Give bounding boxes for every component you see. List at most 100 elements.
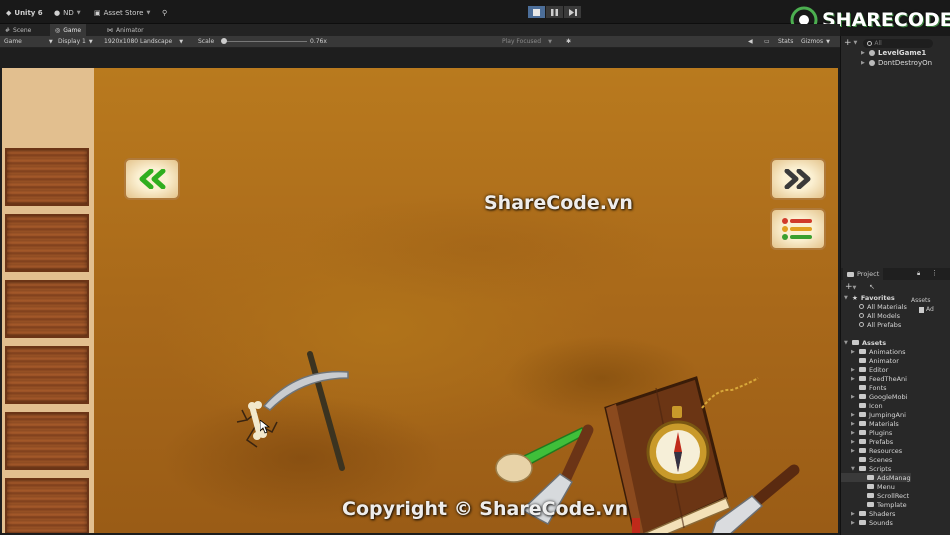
chevron-right-icon[interactable]: ▶ [851, 349, 856, 355]
shelf-slot[interactable] [5, 214, 89, 272]
shelf-slot[interactable] [5, 478, 89, 533]
favorites-header[interactable]: ▼ ★ Favorites [844, 293, 895, 302]
menu-button[interactable] [770, 208, 826, 250]
play-focused-dropdown[interactable]: Play Focused ▼ [502, 38, 552, 45]
folder-label: Editor [869, 365, 889, 374]
folder-item[interactable]: Animator [851, 356, 899, 365]
chevron-right-icon[interactable]: ▶ [851, 367, 856, 373]
add-icon[interactable]: + [844, 38, 852, 48]
folder-icon [859, 511, 866, 516]
tab-game[interactable]: ◎ Game [50, 24, 87, 36]
favorite-item[interactable]: All Prefabs [859, 320, 901, 329]
tab-project[interactable]: Project [843, 268, 884, 280]
unity-logo-menu[interactable]: ◆ Unity 6 [6, 7, 43, 18]
display-dropdown[interactable]: Display 1 ▼ [58, 38, 93, 45]
folder-item[interactable]: ▶ Prefabs [851, 437, 893, 446]
folder-icon [859, 385, 866, 390]
more-options-icon[interactable]: ⋮ [931, 269, 938, 277]
tab-animator-label: Animator [116, 26, 144, 34]
folder-label: AdsManag [877, 473, 911, 482]
stats-button[interactable]: Stats [778, 38, 793, 45]
chevron-down-icon[interactable]: ▼ [851, 466, 856, 472]
lock-icon[interactable]: 🔒︎ [917, 270, 920, 278]
folder-item[interactable]: ▶ Plugins [851, 428, 892, 437]
folder-item[interactable]: ▶ GoogleMobi [851, 392, 907, 401]
chevron-right-icon[interactable]: ▶ [851, 412, 856, 418]
folder-label: Animations [869, 347, 906, 356]
shelf-slot[interactable] [5, 280, 89, 338]
folder-item[interactable]: ScrollRect [867, 491, 909, 500]
folder-item[interactable]: ▶ Shaders [851, 509, 895, 518]
assets-breadcrumb[interactable]: Assets [911, 297, 931, 304]
item-shelf [2, 68, 94, 533]
chevron-right-icon[interactable]: ▶ [851, 430, 856, 436]
version-control-button[interactable]: ⚲ [162, 7, 167, 18]
camera-toggle[interactable]: ▭ [764, 38, 770, 45]
double-chevron-right-icon [784, 169, 811, 189]
asset-file[interactable]: Ad [919, 306, 934, 313]
hierarchy-search-input[interactable]: All [863, 38, 934, 48]
animator-icon: ⋈ [107, 26, 113, 34]
chevron-down-icon[interactable]: ▼ [854, 40, 858, 46]
shelf-slot[interactable] [5, 412, 89, 470]
project-tab-bar: Project 🔒︎ ⋮ [841, 268, 950, 280]
game-canvas[interactable]: ShareCode.vn Copyright © ShareCode.vn [2, 68, 838, 533]
pickaxe-tool[interactable] [262, 346, 362, 476]
chevron-right-icon[interactable]: ▶ [861, 60, 866, 66]
pause-button[interactable] [546, 6, 563, 18]
asset-store-dropdown[interactable]: ▣ Asset Store ▼ [94, 7, 150, 18]
folder-item-selected[interactable]: AdsManag [841, 473, 911, 482]
scale-slider[interactable] [221, 38, 308, 44]
scale-slider-knob[interactable] [221, 38, 228, 44]
shelf-slot[interactable] [5, 346, 89, 404]
trowel-tool[interactable] [708, 460, 804, 533]
folder-item[interactable]: ▶ Materials [851, 419, 899, 428]
folder-item[interactable]: ▶ Resources [851, 446, 902, 455]
folder-item[interactable]: ▼ Scripts [851, 464, 891, 473]
favorite-item[interactable]: All Materials [859, 302, 907, 311]
play-button[interactable] [528, 6, 545, 18]
chevron-right-icon[interactable]: ▶ [851, 439, 856, 445]
folder-item[interactable]: Template [867, 500, 907, 509]
folder-item[interactable]: ▶ Editor [851, 365, 888, 374]
chevron-right-icon[interactable]: ▶ [851, 394, 856, 400]
mute-audio-button[interactable]: ✱ [566, 38, 571, 45]
chevron-right-icon[interactable]: ▶ [851, 511, 856, 517]
chevron-right-icon[interactable]: ▶ [861, 50, 866, 56]
next-button[interactable] [770, 158, 826, 200]
folder-item[interactable]: Icon [851, 401, 883, 410]
folder-item[interactable]: Scenes [851, 455, 892, 464]
chevron-right-icon[interactable]: ▶ [851, 448, 856, 454]
favorite-item[interactable]: All Models [859, 311, 900, 320]
account-dropdown[interactable]: ● ND ▼ [54, 7, 81, 18]
camera-icon: ▭ [764, 38, 770, 45]
hierarchy-item[interactable]: ▶ LevelGame1 [861, 49, 926, 57]
chevron-right-icon[interactable]: ▶ [851, 376, 856, 382]
folder-item[interactable]: ▶ FeedTheAni [851, 374, 907, 383]
folder-icon [852, 340, 859, 345]
folder-item[interactable]: Fonts [851, 383, 887, 392]
tab-scene[interactable]: # Scene [0, 24, 36, 36]
hierarchy-item[interactable]: ▶ DontDestroyOn [861, 59, 932, 67]
folder-item[interactable]: ▶ Sounds [851, 518, 893, 527]
tab-game-label: Game [63, 26, 82, 34]
assets-root[interactable]: ▼ Assets [844, 338, 886, 347]
folder-item[interactable]: ▶ JumpingAni [851, 410, 906, 419]
audio-toggle[interactable]: ◀ [748, 38, 753, 45]
resolution-dropdown[interactable]: 1920x1080 Landscape ▼ [104, 38, 183, 45]
previous-button[interactable] [124, 158, 180, 200]
game-mode-dropdown[interactable]: Game ▼ [4, 38, 53, 45]
chevron-right-icon[interactable]: ▶ [851, 421, 856, 427]
chevron-down-icon[interactable]: ▼ [844, 340, 849, 346]
create-asset-button[interactable]: +▼ [845, 282, 856, 292]
chevron-right-icon[interactable]: ▶ [851, 520, 856, 526]
gizmos-dropdown[interactable]: Gizmos ▼ [801, 38, 830, 45]
step-button[interactable] [564, 6, 581, 18]
folder-item[interactable]: Menu [867, 482, 895, 491]
chevron-down-icon[interactable]: ▼ [844, 295, 849, 301]
shelf-slot[interactable] [5, 148, 89, 206]
favorites-label: Favorites [860, 293, 895, 302]
tab-animator[interactable]: ⋈ Animator [102, 24, 149, 36]
folder-item[interactable]: ▶ Animations [851, 347, 906, 356]
folder-label: JumpingAni [869, 410, 906, 419]
